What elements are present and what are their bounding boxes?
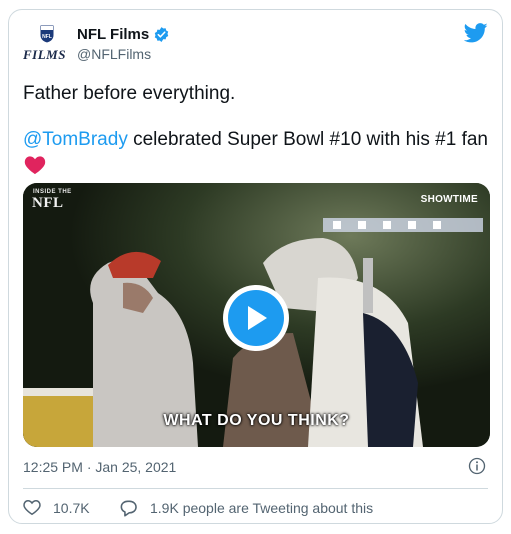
inside-the-nfl-logo: NFL: [32, 195, 64, 211]
play-button[interactable]: [223, 285, 289, 351]
display-name[interactable]: NFL Films: [77, 26, 149, 43]
like-count: 10.7K: [53, 499, 90, 516]
like-button[interactable]: 10.7K: [23, 499, 90, 516]
author-name-row[interactable]: NFL Films: [77, 26, 170, 43]
tweeting-about-text: 1.9K people are Tweeting about this: [150, 500, 374, 516]
nfl-shield-icon: NFL: [39, 24, 55, 44]
divider: [23, 488, 488, 489]
showtime-logo: SHOWTIME: [420, 194, 478, 205]
play-button-circle[interactable]: [228, 290, 284, 346]
svg-text:NFL: NFL: [42, 34, 52, 40]
tweet-text-line-2: @TomBrady celebrated Super Bowl #10 with…: [23, 129, 488, 151]
video-player[interactable]: INSIDE THE NFL SHOWTIME WHAT DO YOU THIN…: [23, 183, 490, 447]
mention-link[interactable]: @TomBrady: [23, 129, 128, 150]
avatar-wordmark: FILMS: [23, 47, 66, 62]
timestamp-link[interactable]: 12:25 PM · Jan 25, 2021: [23, 459, 176, 475]
tweet-card[interactable]: NFL FILMS NFL Films @NFLFilms Father bef…: [8, 9, 503, 524]
avatar[interactable]: NFL FILMS: [23, 24, 71, 68]
info-icon[interactable]: [468, 457, 486, 475]
handle[interactable]: @NFLFilms: [77, 46, 151, 62]
speech-bubble-icon: [120, 500, 137, 517]
tweet-text-rest: celebrated Super Bowl #10 with his #1 fa…: [127, 129, 488, 150]
play-icon: [248, 306, 267, 330]
heart-outline-icon: [23, 499, 41, 516]
verified-badge-icon: [155, 27, 169, 42]
twitter-bird-icon[interactable]: [464, 23, 488, 43]
video-subtitle: WHAT DO YOU THINK?: [163, 412, 350, 429]
tweeting-about-link[interactable]: 1.9K people are Tweeting about this: [119, 499, 373, 517]
red-heart-emoji-icon: [24, 156, 46, 175]
tweet-text-line-1: Father before everything.: [23, 83, 236, 104]
